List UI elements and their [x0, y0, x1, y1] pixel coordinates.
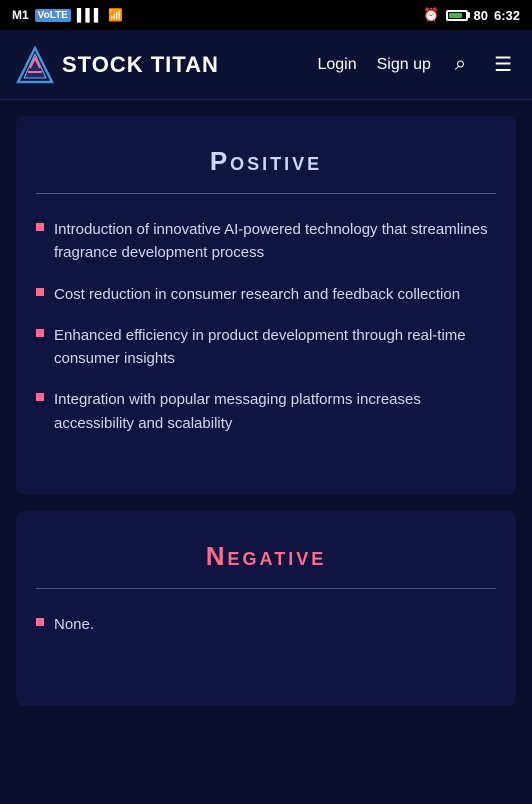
list-item: Integration with popular messaging platf… — [36, 388, 496, 435]
battery-icon — [446, 10, 468, 21]
bullet-icon-2 — [36, 288, 44, 296]
login-link[interactable]: Login — [317, 56, 356, 74]
bullet-icon-4 — [36, 393, 44, 401]
positive-item-2: Cost reduction in consumer research and … — [54, 283, 460, 306]
battery-percent: 80 — [474, 8, 488, 23]
bullet-icon-neg-1 — [36, 618, 44, 626]
positive-section: Positive Introduction of innovative AI-p… — [36, 146, 496, 435]
negative-title: Negative — [36, 541, 496, 572]
status-left: M1 VoLTE ▌▌▌ 📶 — [12, 8, 123, 22]
search-button[interactable]: ⌕ — [451, 49, 470, 80]
battery-fill — [449, 13, 463, 18]
positive-item-4: Integration with popular messaging platf… — [54, 388, 496, 435]
bullet-icon-3 — [36, 329, 44, 337]
negative-section-card: Negative None. — [16, 511, 516, 706]
signal-icon: ▌▌▌ — [77, 8, 103, 22]
list-item: None. — [36, 613, 496, 636]
status-bar: M1 VoLTE ▌▌▌ 📶 ⏰ 80 6:32 — [0, 0, 532, 30]
logo-icon — [16, 46, 54, 84]
positive-title: Positive — [36, 146, 496, 177]
carrier-label: M1 — [12, 8, 29, 22]
negative-item-1: None. — [54, 613, 94, 636]
logo-container: STOCK TITAN — [16, 46, 317, 84]
search-icon: ⌕ — [455, 53, 466, 75]
positive-divider — [36, 193, 496, 194]
navbar: STOCK TITAN Login Sign up ⌕ ☰ — [0, 30, 532, 100]
positive-section-card: Positive Introduction of innovative AI-p… — [16, 116, 516, 495]
positive-item-3: Enhanced efficiency in product developme… — [54, 324, 496, 371]
negative-list: None. — [36, 613, 496, 636]
negative-divider — [36, 588, 496, 589]
menu-button[interactable]: ☰ — [490, 48, 516, 81]
volte-badge: VoLTE — [35, 9, 71, 22]
positive-item-1: Introduction of innovative AI-powered te… — [54, 218, 496, 265]
positive-list: Introduction of innovative AI-powered te… — [36, 218, 496, 435]
alarm-icon: ⏰ — [423, 7, 439, 23]
wifi-icon: 📶 — [108, 8, 123, 22]
bullet-icon-1 — [36, 223, 44, 231]
time-display: 6:32 — [494, 8, 520, 23]
nav-links: Login Sign up ⌕ ☰ — [317, 48, 516, 81]
signup-link[interactable]: Sign up — [377, 56, 431, 74]
battery-body — [446, 10, 468, 21]
list-item: Enhanced efficiency in product developme… — [36, 324, 496, 371]
list-item: Cost reduction in consumer research and … — [36, 283, 496, 306]
menu-icon: ☰ — [494, 54, 512, 76]
status-right: ⏰ 80 6:32 — [423, 7, 520, 23]
list-item: Introduction of innovative AI-powered te… — [36, 218, 496, 265]
negative-section: Negative None. — [36, 541, 496, 636]
logo-text: STOCK TITAN — [62, 52, 219, 78]
